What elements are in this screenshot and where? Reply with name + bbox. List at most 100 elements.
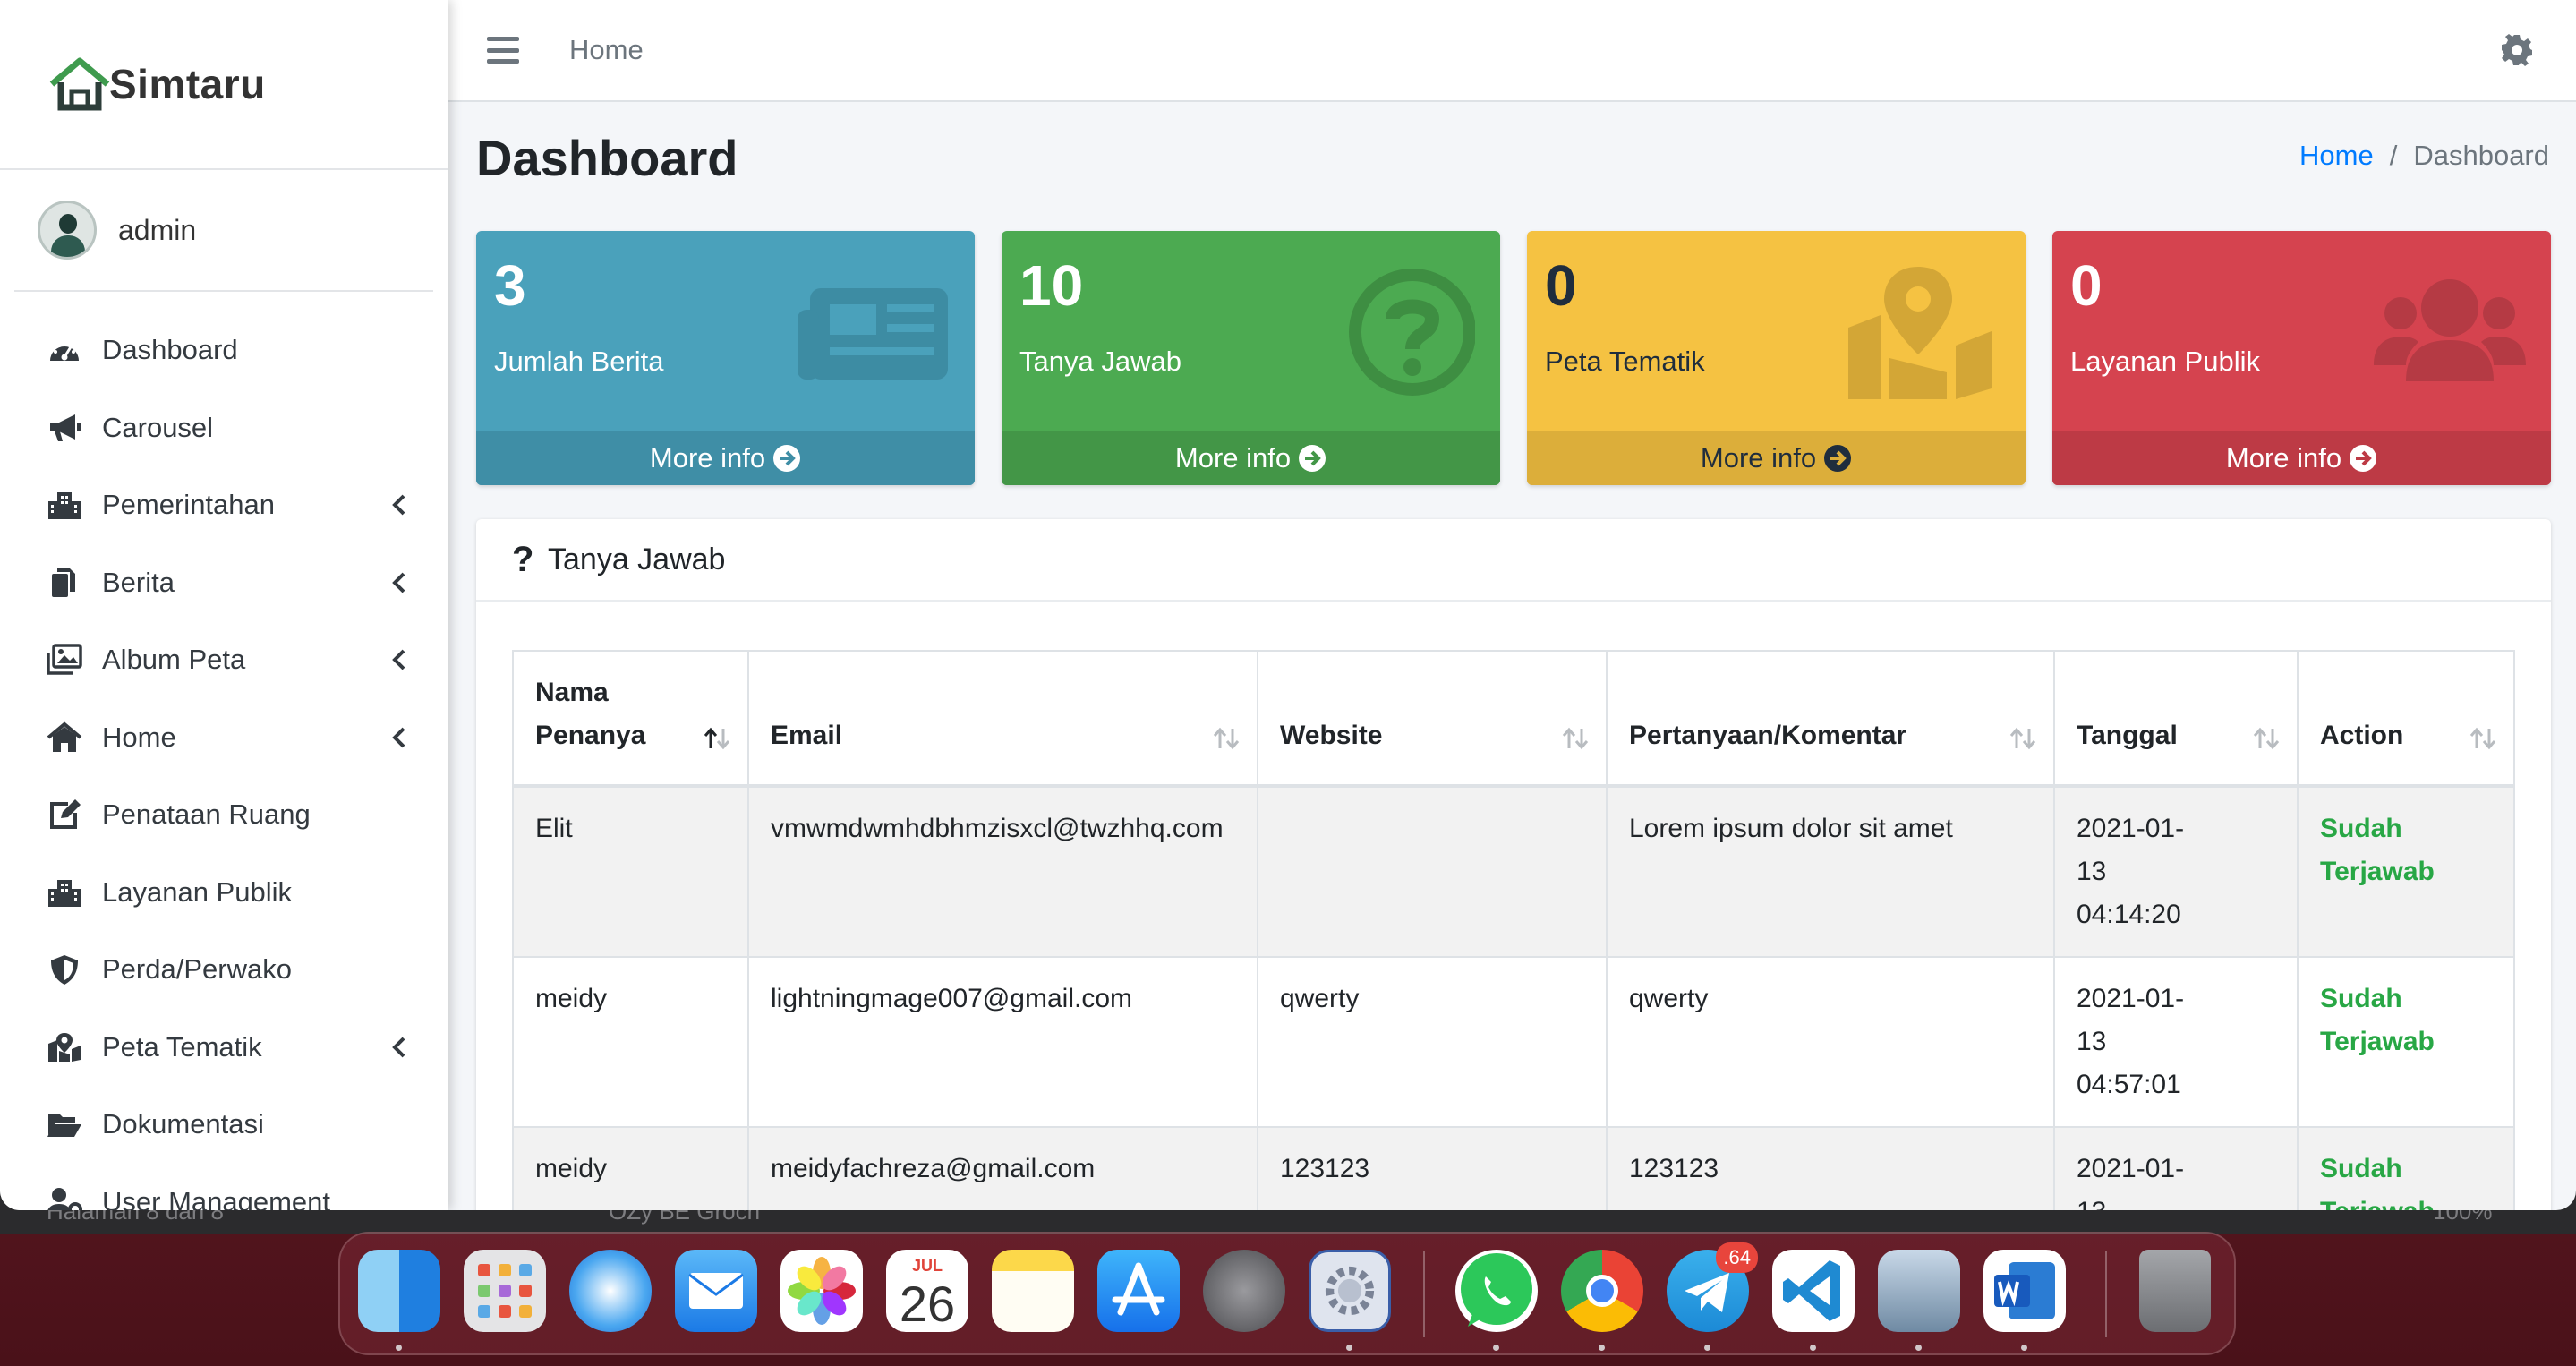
finder-icon[interactable]	[358, 1250, 440, 1332]
photos-icon[interactable]	[780, 1250, 863, 1332]
status-sudah-terjawab[interactable]: Sudah Terjawab	[2320, 807, 2454, 893]
safari-icon[interactable]	[569, 1250, 652, 1332]
sidebar-item-user-management[interactable]: User Management	[0, 1164, 448, 1210]
more-info-label: More info	[2225, 442, 2342, 474]
column-header-email[interactable]: Email	[747, 650, 1258, 788]
mail-icon[interactable]	[675, 1250, 757, 1332]
table-row: meidy meidyfachreza@gmail.com 123123 123…	[512, 1126, 2515, 1210]
column-header-action[interactable]: Action	[2297, 650, 2515, 788]
hamburger-menu-icon[interactable]	[487, 37, 519, 64]
user-cog-icon	[47, 1184, 88, 1210]
preview-icon[interactable]	[1878, 1250, 1960, 1332]
building-icon	[47, 875, 88, 910]
app-store-icon[interactable]	[1097, 1250, 1180, 1332]
status-sudah-terjawab[interactable]: Sudah Terjawab	[2320, 978, 2454, 1063]
running-indicator	[1704, 1345, 1710, 1351]
sidebar-item-peta-tematik[interactable]: Peta Tematik	[0, 1009, 448, 1087]
column-header-tanggal[interactable]: Tanggal	[2053, 650, 2299, 788]
sidebar-item-dokumentasi[interactable]: Dokumentasi	[0, 1086, 448, 1164]
chevron-left-icon	[392, 649, 405, 670]
cell-email: vmwmdwmhdbhmzisxcl@twzhhq.com	[747, 785, 1258, 958]
sidebar-item-dashboard[interactable]: Dashboard	[0, 312, 448, 389]
column-header-label: Nama Penanya	[535, 678, 646, 750]
tanggal-text: 2021-01-13 04:33:00	[2077, 1154, 2185, 1210]
cell-pertanyaan: qwerty	[1606, 956, 2055, 1128]
tanggal-text: 2021-01-13 04:57:01	[2077, 984, 2185, 1099]
trash-icon[interactable]	[2139, 1250, 2211, 1332]
top-nav-home-link[interactable]: Home	[569, 34, 644, 66]
system-preferences-icon[interactable]	[1203, 1250, 1285, 1332]
sidebar-item-home[interactable]: Home	[0, 699, 448, 777]
sidebar-item-label: Dashboard	[102, 334, 238, 366]
card-header: ? Tanya Jawab	[476, 519, 2551, 602]
top-navbar: Home	[448, 0, 2576, 102]
stat-box-berita: 3 Jumlah Berita More info	[476, 231, 975, 485]
cell-pertanyaan: 123123	[1606, 1126, 2055, 1210]
gear-icon[interactable]	[2501, 34, 2533, 66]
newspaper-icon	[798, 288, 948, 380]
cell-website: 123123	[1257, 1126, 1608, 1210]
calendar-day: 26	[899, 1276, 956, 1332]
sidebar-item-label: Pemerintahan	[102, 489, 276, 521]
vscode-icon[interactable]	[1772, 1250, 1855, 1332]
brand[interactable]: Simtaru	[0, 0, 448, 170]
breadcrumb-home-link[interactable]: Home	[2299, 140, 2374, 172]
map-marked-icon	[47, 1029, 88, 1065]
users-icon	[2374, 279, 2526, 381]
more-info-link[interactable]: More info	[476, 431, 975, 485]
stat-label: Layanan Publik	[2070, 346, 2260, 377]
running-indicator	[396, 1345, 402, 1351]
word-icon[interactable]	[1983, 1250, 2066, 1332]
notes-icon[interactable]	[992, 1250, 1074, 1332]
column-header-nama-penanya[interactable]: Nama Penanya	[512, 650, 749, 788]
more-info-link[interactable]: More info	[1527, 431, 2026, 485]
running-indicator	[1599, 1345, 1605, 1351]
cell-tanggal: 2021-01-13 04:57:01	[2053, 956, 2299, 1128]
dashboard-icon	[47, 332, 88, 368]
more-info-link[interactable]: More info	[1002, 431, 1500, 485]
sidebar-item-penataan-ruang[interactable]: Penataan Ruang	[0, 776, 448, 854]
sidebar-item-berita[interactable]: Berita	[0, 544, 448, 622]
sidebar-item-label: Album Peta	[102, 644, 246, 676]
avatar	[38, 201, 97, 260]
notification-badge: .64	[1716, 1242, 1758, 1273]
more-info-link[interactable]: More info	[2052, 431, 2551, 485]
more-info-label: More info	[649, 442, 766, 474]
macos-dock: JUL 26 .64	[338, 1232, 2236, 1355]
sidebar-item-label: Dokumentasi	[102, 1108, 264, 1140]
sidebar-item-label: User Management	[102, 1185, 331, 1210]
card-title: Tanya Jawab	[548, 542, 726, 576]
calendar-icon[interactable]: JUL 26	[886, 1250, 968, 1332]
sidebar-item-perda-perwako[interactable]: Perda/Perwako	[0, 931, 448, 1009]
launchpad-icon[interactable]	[464, 1250, 546, 1332]
brand-name: Simtaru	[109, 61, 266, 107]
sidebar-item-carousel[interactable]: Carousel	[0, 389, 448, 467]
folder-open-icon	[47, 1106, 88, 1142]
edit-icon	[47, 797, 88, 832]
running-indicator	[1346, 1345, 1352, 1351]
column-header-label: Action	[2320, 721, 2404, 750]
building-icon	[47, 487, 88, 523]
column-header-pertanyaan[interactable]: Pertanyaan/Komentar	[1606, 650, 2055, 788]
column-header-website[interactable]: Website	[1257, 650, 1608, 788]
sidebar-item-layanan-publik[interactable]: Layanan Publik	[0, 854, 448, 932]
stat-box-peta-tematik: 0 Peta Tematik More info	[1527, 231, 2026, 485]
arrow-circle-right-icon	[1824, 445, 1852, 472]
column-header-label: Pertanyaan/Komentar	[1629, 721, 1907, 750]
telegram-icon[interactable]: .64	[1667, 1242, 1758, 1332]
user-name: admin	[118, 213, 197, 246]
sidebar-item-pemerintahan[interactable]: Pemerintahan	[0, 466, 448, 544]
stat-label: Jumlah Berita	[494, 346, 664, 377]
settings-gear-icon[interactable]	[1309, 1250, 1391, 1332]
user-panel[interactable]: admin	[14, 170, 433, 292]
images-icon	[47, 642, 88, 678]
more-info-label: More info	[1174, 442, 1292, 474]
sidebar-item-album-peta[interactable]: Album Peta	[0, 621, 448, 699]
sort-icon	[2469, 727, 2496, 750]
stat-boxes: 3 Jumlah Berita More info 10 Tanya Jawab…	[476, 231, 2551, 485]
chrome-icon[interactable]	[1561, 1250, 1643, 1332]
page-title: Dashboard	[476, 130, 738, 186]
whatsapp-icon[interactable]	[1455, 1250, 1538, 1332]
table-row: meidy lightningmage007@gmail.com qwerty …	[512, 956, 2515, 1128]
status-sudah-terjawab[interactable]: Sudah Terjawab	[2320, 1148, 2454, 1210]
